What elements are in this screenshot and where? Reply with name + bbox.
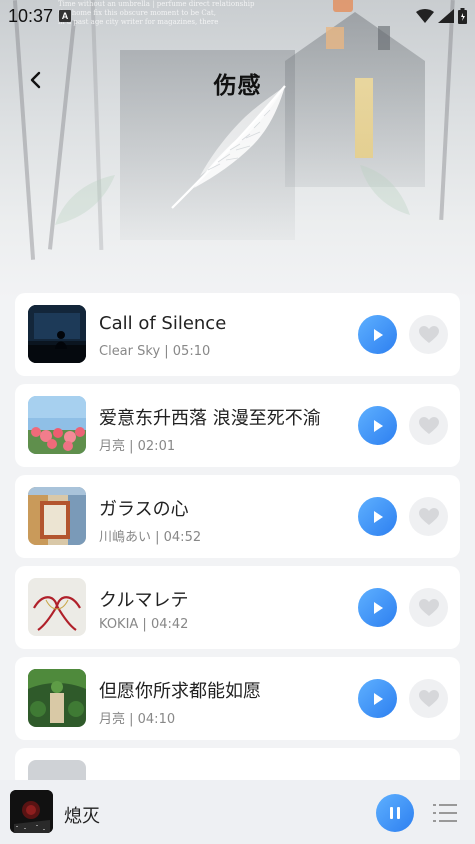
album-cover	[28, 396, 86, 454]
header-background: Time without an umbrella | perfume direc…	[0, 0, 475, 300]
pause-button[interactable]	[376, 794, 414, 832]
song-item[interactable]: 但愿你所求都能如愿 月亮 | 04:10	[15, 657, 460, 740]
playlist-button[interactable]	[430, 798, 460, 828]
cell-signal-icon	[438, 9, 454, 23]
now-playing-title: 熄灭	[64, 806, 100, 827]
heart-icon	[418, 598, 439, 616]
heart-icon	[418, 689, 439, 707]
play-button[interactable]	[358, 588, 397, 627]
album-cover-art	[28, 578, 86, 636]
battery-icon	[458, 8, 467, 24]
song-item[interactable]: ガラスの心 川嶋あい | 04:52	[15, 475, 460, 558]
status-icons	[416, 8, 467, 24]
notification-icon: A	[59, 10, 72, 22]
play-icon	[373, 328, 383, 341]
play-button[interactable]	[358, 497, 397, 536]
mini-player[interactable]: 熄灭	[0, 780, 475, 844]
leaf-decoration	[55, 175, 115, 225]
album-cover-art	[28, 305, 86, 363]
song-item[interactable]: Call of Silence Clear Sky | 05:10	[15, 293, 460, 376]
album-cover-art	[28, 669, 86, 727]
play-icon	[373, 419, 383, 432]
tree-trunk	[12, 0, 36, 260]
heart-icon	[418, 416, 439, 434]
like-button[interactable]	[409, 406, 448, 445]
play-button[interactable]	[358, 315, 397, 354]
album-cover	[28, 305, 86, 363]
album-cover	[28, 669, 86, 727]
wifi-icon	[416, 9, 434, 23]
feather-icon	[171, 85, 286, 209]
like-button[interactable]	[409, 315, 448, 354]
pause-icon	[390, 807, 400, 819]
like-button[interactable]	[409, 588, 448, 627]
album-cover	[28, 487, 86, 545]
song-title: クルマレテ	[99, 590, 189, 611]
song-item[interactable]: クルマレテ KOKIA | 04:42	[15, 566, 460, 649]
album-cover-art	[28, 396, 86, 454]
album-cover-art	[28, 487, 86, 545]
song-meta: 月亮 | 04:10	[99, 712, 176, 727]
song-meta: Clear Sky | 05:10	[99, 344, 211, 359]
play-icon	[373, 601, 383, 614]
song-title: 但愿你所求都能如愿	[99, 681, 261, 702]
like-button[interactable]	[409, 497, 448, 536]
song-list: Call of Silence Clear Sky | 05:10 爱意东升西落…	[15, 293, 460, 796]
tree-trunk	[439, 0, 455, 220]
album-cover	[28, 578, 86, 636]
status-time: 10:37	[8, 5, 54, 26]
status-bar: 10:37 A	[0, 0, 475, 32]
song-title: ガラスの心	[99, 499, 189, 520]
song-meta: 川嶋あい | 04:52	[99, 530, 202, 545]
now-playing-cover	[10, 790, 53, 833]
song-item[interactable]: 爱意东升西落 浪漫至死不渝 月亮 | 02:01	[15, 384, 460, 467]
page-title: 伤感	[213, 73, 262, 99]
now-playing-cover-art	[10, 790, 53, 833]
play-icon	[373, 692, 383, 705]
like-button[interactable]	[409, 679, 448, 718]
song-meta: 月亮 | 02:01	[99, 439, 176, 454]
play-button[interactable]	[358, 679, 397, 718]
song-title: 爱意东升西落 浪漫至死不渝	[99, 408, 321, 429]
heart-icon	[418, 325, 439, 343]
song-meta: KOKIA | 04:42	[99, 617, 189, 632]
play-button[interactable]	[358, 406, 397, 445]
leaf-decoration	[360, 165, 410, 215]
play-icon	[373, 510, 383, 523]
song-title: Call of Silence	[99, 313, 227, 334]
heart-icon	[418, 507, 439, 525]
playlist-icon	[433, 804, 457, 822]
